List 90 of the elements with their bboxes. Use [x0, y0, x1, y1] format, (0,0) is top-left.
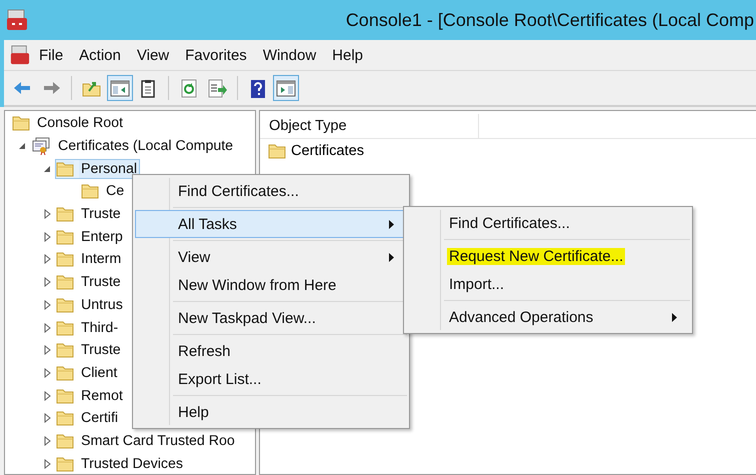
tree-item-label: Smart Card Trusted Roo [80, 432, 236, 450]
tree-item-label: Client [80, 364, 118, 382]
action-pane-icon [275, 78, 297, 98]
folder-icon [56, 320, 74, 336]
folder-icon [56, 296, 74, 313]
tree-item[interactable]: Certificates (Local Compute [30, 136, 236, 156]
window-title: Console1 - [Console Root\Certificates (Local Comp [346, 10, 755, 30]
collapsed-arrow-icon[interactable] [44, 458, 50, 469]
list-item[interactable]: Certificates [291, 143, 364, 159]
collapsed-arrow-icon[interactable] [44, 232, 50, 242]
menu-item[interactable]: File [32, 44, 70, 66]
tree-item-label: Truste [80, 341, 122, 360]
expanded-arrow-icon[interactable] [18, 142, 26, 150]
tree-item-label: Trusted Devices [80, 454, 184, 473]
menu-item[interactable]: New Window from Here [135, 271, 407, 299]
menu-item[interactable]: Action [72, 44, 128, 66]
menu-item[interactable]: Import... [406, 270, 690, 298]
export-list-icon [206, 78, 228, 98]
toolbar-button[interactable] [107, 75, 133, 101]
menu-item[interactable]: Find Certificates... [135, 177, 407, 205]
folder-icon [268, 143, 286, 159]
column-header[interactable]: Object Type [260, 114, 479, 138]
folder-icon [81, 183, 99, 200]
tree-item-label: Personal [79, 160, 139, 178]
folder-icon [56, 364, 74, 381]
collapsed-arrow-icon[interactable] [44, 368, 50, 378]
menu-item[interactable]: New Taskpad View... [135, 304, 407, 332]
collapsed-arrow-icon[interactable] [44, 436, 50, 446]
tree-item[interactable]: Truste [55, 204, 124, 224]
menu-item[interactable]: Help [325, 44, 370, 66]
tree-item[interactable]: Interm [55, 249, 124, 270]
menu-item[interactable]: Find Certificates... [406, 209, 690, 237]
tree-item-label: Interm [80, 250, 122, 268]
menu-item[interactable]: Advanced Operations [406, 303, 690, 331]
tree-item-label: Console Root [36, 114, 124, 132]
tree-item[interactable]: Smart Card Trusted Roo [55, 430, 238, 451]
folder-icon [56, 206, 74, 222]
tree-item-label: Ce [105, 182, 126, 200]
tree-item[interactable]: Trusted Devices [55, 454, 186, 474]
folder-icon [56, 410, 74, 426]
menu-item[interactable]: Window [256, 44, 324, 66]
app-icon [6, 9, 28, 31]
app-icon[interactable] [10, 45, 30, 65]
menu-item[interactable]: Favorites [178, 44, 254, 66]
collapsed-arrow-icon[interactable] [44, 322, 50, 333]
tree-item[interactable]: Personal [55, 158, 140, 179]
tree-item[interactable]: Third- [55, 318, 122, 338]
menu-item[interactable]: View [130, 44, 176, 66]
collapsed-arrow-icon[interactable] [44, 300, 50, 310]
tree-item[interactable]: Ce [80, 181, 128, 202]
folder-icon [12, 115, 30, 132]
tree-item[interactable]: Truste [55, 272, 124, 292]
console-tree-icon [109, 78, 131, 98]
tree-item-label: Truste [80, 273, 122, 292]
tree-item[interactable]: Untrus [55, 294, 126, 315]
tree-item[interactable]: Certifi [55, 408, 122, 428]
folder-icon [56, 251, 74, 268]
tree-item-label: Remot [80, 386, 124, 405]
folder-icon [56, 342, 74, 358]
folder-icon [56, 432, 74, 449]
tree-item-label: Third- [80, 318, 120, 337]
menu-item[interactable]: View [135, 243, 407, 271]
certificate-store-icon [31, 137, 51, 156]
expanded-arrow-icon[interactable] [43, 164, 51, 173]
tree-item-label: Untrus [80, 296, 124, 314]
menu-item[interactable]: Refresh [135, 337, 407, 365]
tree-item-label: Certifi [80, 409, 120, 428]
collapsed-arrow-icon[interactable] [44, 413, 50, 424]
menu-item[interactable]: Export List... [135, 365, 407, 393]
collapsed-arrow-icon[interactable] [44, 390, 50, 401]
folder-icon [56, 388, 74, 404]
collapsed-arrow-icon[interactable] [44, 277, 50, 288]
menu-item[interactable]: Help [135, 398, 407, 426]
tree-item[interactable]: Truste [55, 340, 124, 360]
collapsed-arrow-icon[interactable] [44, 209, 50, 220]
folder-icon [56, 228, 74, 245]
menu-item[interactable]: Request New Certificate... [406, 242, 690, 270]
tree-item[interactable]: Remot [55, 386, 126, 406]
folder-icon [56, 456, 74, 472]
tree-item-label: Truste [80, 205, 122, 224]
tree-item-label: Certificates (Local Compute [57, 137, 234, 156]
folder-icon [56, 160, 74, 177]
tree-item-label: Enterp [80, 228, 124, 246]
tree-item[interactable]: Client [55, 362, 120, 383]
collapsed-arrow-icon[interactable] [44, 345, 50, 356]
toolbar-button[interactable] [273, 75, 299, 101]
tree-item[interactable]: Enterp [55, 226, 126, 247]
tree-item[interactable]: Console Root [11, 113, 126, 134]
folder-icon [56, 274, 74, 290]
collapsed-arrow-icon[interactable] [44, 254, 50, 264]
